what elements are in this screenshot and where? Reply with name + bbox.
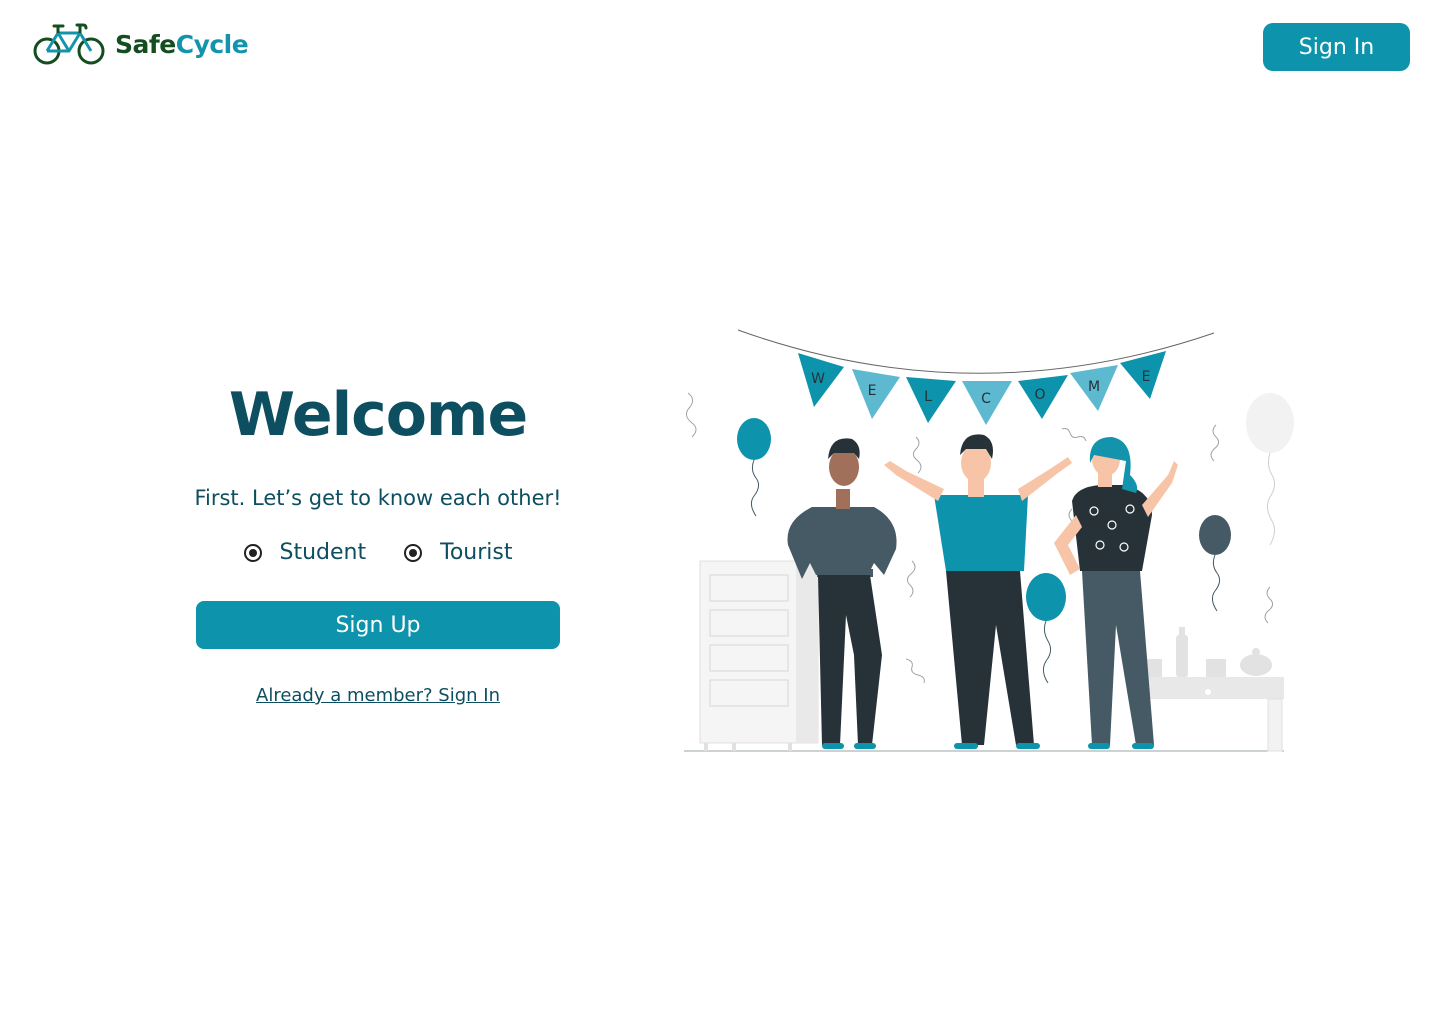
balloon-teal-center	[1026, 573, 1066, 684]
radio-selected-dot	[248, 548, 257, 557]
welcome-bunting: W E L C O M E	[798, 351, 1166, 425]
role-option-tourist[interactable]: Tourist	[404, 540, 512, 565]
svg-text:O: O	[1034, 387, 1045, 403]
svg-text:E: E	[1142, 369, 1151, 385]
welcome-party-illustration: W E L C O M E	[684, 329, 1294, 752]
role-selector: Student Tourist	[176, 540, 580, 565]
page-subtitle: First. Let’s get to know each other!	[194, 486, 562, 510]
radio-selected-dot	[409, 548, 418, 557]
role-option-student[interactable]: Student	[243, 540, 367, 565]
bicycle-icon	[33, 23, 105, 65]
page-title: Welcome	[228, 380, 528, 450]
person-right	[1054, 437, 1178, 749]
header-sign-in-button[interactable]: Sign In	[1263, 23, 1410, 71]
welcome-panel: Welcome First. Let’s get to know each ot…	[176, 380, 580, 706]
safecycle-logo[interactable]: SafeCycle	[33, 22, 249, 66]
tourist-radio[interactable]	[404, 543, 423, 562]
svg-text:M: M	[1088, 379, 1100, 395]
already-member-sign-in-link[interactable]: Already a member? Sign In	[256, 685, 500, 706]
student-label: Student	[279, 540, 367, 565]
svg-text:W: W	[811, 371, 825, 387]
svg-text:E: E	[868, 383, 877, 399]
logo-text: SafeCycle	[115, 29, 249, 59]
svg-text:L: L	[924, 389, 932, 405]
tourist-label: Tourist	[440, 540, 513, 565]
balloon-slate	[1199, 515, 1231, 612]
sign-up-button[interactable]: Sign Up	[196, 601, 560, 649]
student-radio[interactable]	[243, 543, 262, 562]
svg-text:C: C	[981, 391, 991, 407]
balloon-teal-left	[737, 418, 771, 517]
side-table	[1140, 627, 1284, 752]
drawer-cabinet	[699, 560, 819, 751]
balloon-white	[1246, 393, 1294, 546]
logo-text-part2: Cycle	[175, 29, 249, 59]
logo-text-part1: Safe	[115, 29, 176, 59]
